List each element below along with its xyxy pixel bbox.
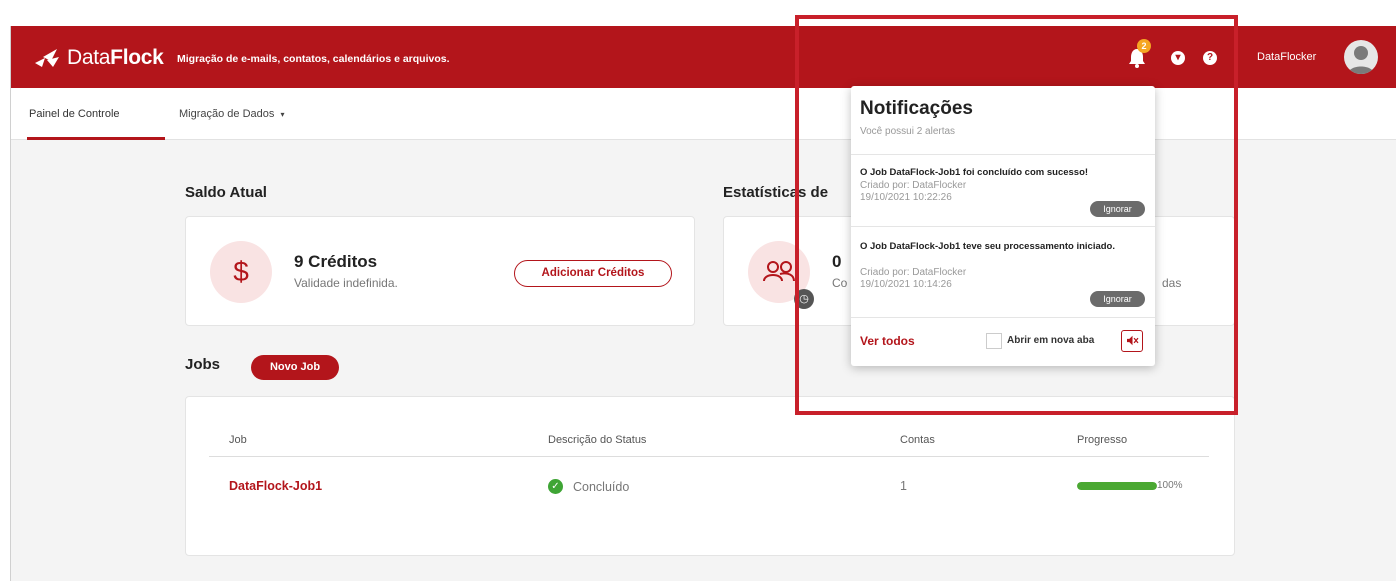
jobs-table-card [185, 396, 1235, 556]
dataflock-bird-icon [35, 49, 59, 67]
balance-card: $ 9 Créditos Validade indefinida. Adicio… [185, 216, 695, 326]
active-tab-indicator [27, 137, 165, 140]
tab-migracao-de-dados[interactable]: Migração de Dados ▾ [179, 108, 284, 120]
tagline: Migração de e-mails, contatos, calendári… [177, 53, 450, 65]
balance-title: Saldo Atual [185, 184, 267, 201]
job-name-link[interactable]: DataFlock-Job1 [229, 479, 322, 493]
progress-label: 100% [1157, 480, 1183, 491]
username[interactable]: DataFlocker [1257, 51, 1316, 63]
tab-label: Migração de Dados [179, 108, 275, 120]
job-accounts: 1 [900, 479, 907, 493]
check-circle-icon: ✓ [548, 479, 563, 494]
logo-text: DataFlock [67, 46, 164, 69]
progress-bar [1077, 482, 1157, 490]
job-status-label: Concluído [573, 479, 630, 494]
column-header-job: Job [229, 434, 247, 446]
column-header-progress: Progresso [1077, 434, 1128, 446]
tab-painel-de-controle[interactable]: Painel de Controle [29, 108, 120, 120]
caret-down-icon: ▾ [280, 110, 285, 119]
highlight-frame [795, 15, 1238, 415]
credits-validity: Validade indefinida. [294, 276, 398, 290]
dollar-icon: $ [210, 241, 272, 303]
add-credits-button[interactable]: Adicionar Créditos [514, 260, 672, 287]
jobs-title: Jobs [185, 356, 221, 373]
progress-bar-fill [1077, 482, 1157, 490]
credits-value: 9 Créditos [294, 252, 378, 271]
user-avatar-icon [1348, 46, 1374, 74]
new-job-button[interactable]: Novo Job [251, 355, 339, 380]
logo[interactable]: DataFlock [33, 46, 164, 70]
column-header-accounts: Contas [900, 434, 935, 446]
avatar[interactable] [1344, 40, 1378, 74]
job-status: ✓ Concluído [548, 479, 629, 494]
column-header-status: Descrição do Status [548, 434, 647, 446]
table-header-divider [209, 456, 1209, 457]
